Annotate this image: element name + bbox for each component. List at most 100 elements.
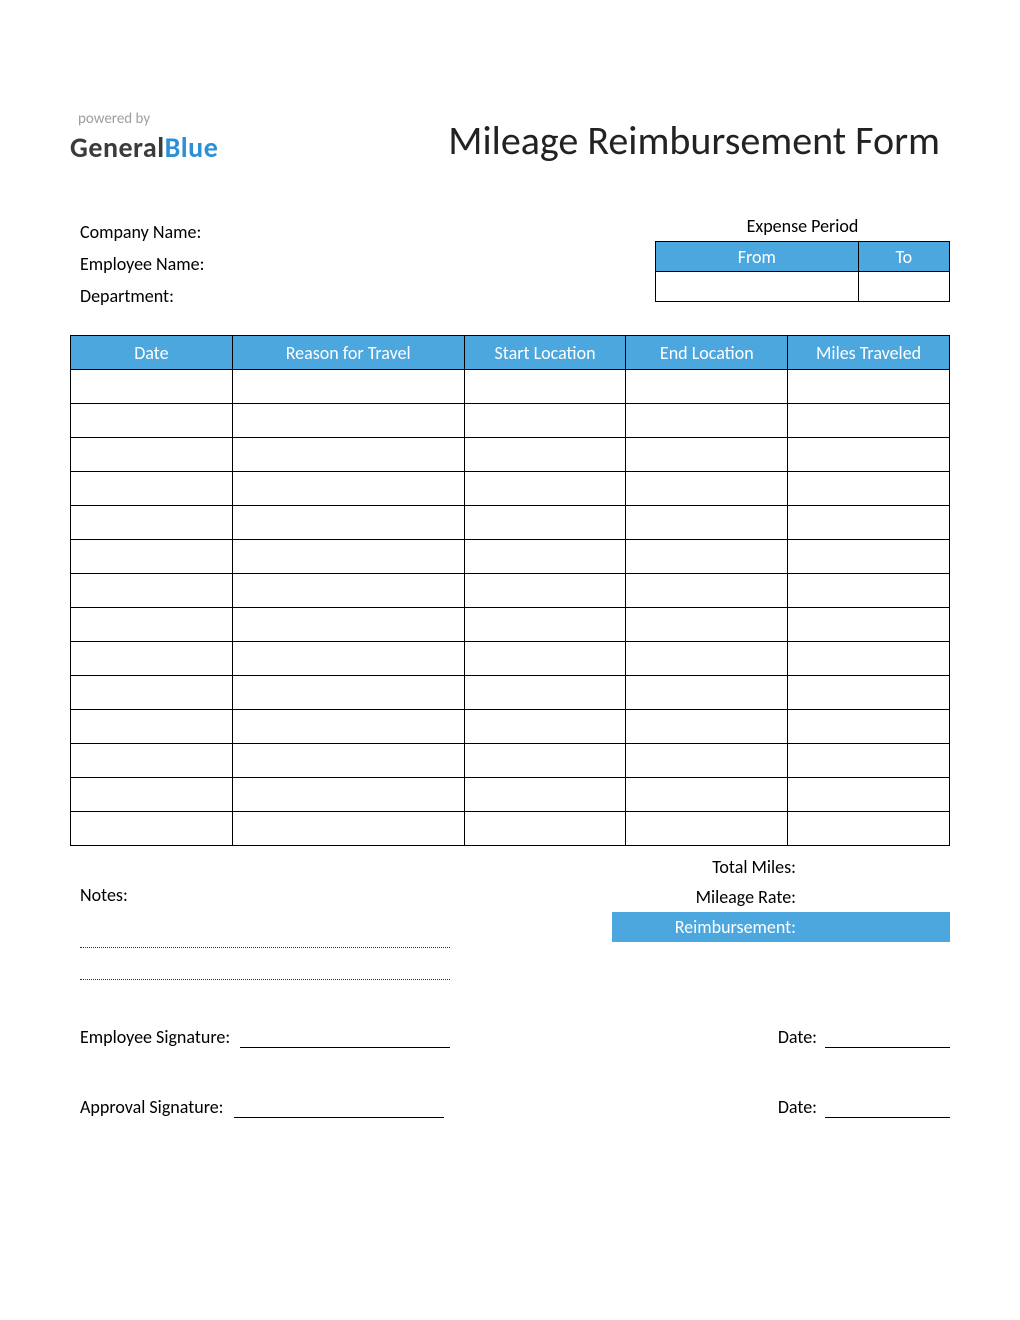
col-date-header: Date — [71, 336, 233, 370]
cell-miles[interactable] — [788, 608, 950, 642]
cell-date[interactable] — [71, 812, 233, 846]
cell-start[interactable] — [464, 778, 626, 812]
cell-date[interactable] — [71, 404, 233, 438]
cell-miles[interactable] — [788, 506, 950, 540]
cell-start[interactable] — [464, 438, 626, 472]
employee-signature-line[interactable] — [240, 1026, 450, 1048]
cell-end[interactable] — [626, 710, 788, 744]
table-row — [71, 676, 950, 710]
cell-end[interactable] — [626, 438, 788, 472]
cell-end[interactable] — [626, 472, 788, 506]
cell-date[interactable] — [71, 574, 233, 608]
cell-miles[interactable] — [788, 370, 950, 404]
period-from-input[interactable] — [656, 272, 859, 302]
cell-end[interactable] — [626, 812, 788, 846]
cell-start[interactable] — [464, 608, 626, 642]
employee-name-label: Employee Name: — [80, 253, 204, 275]
table-row — [71, 710, 950, 744]
total-miles-value[interactable] — [802, 852, 950, 882]
cell-miles[interactable] — [788, 812, 950, 846]
cell-reason[interactable] — [232, 438, 464, 472]
approval-date-line[interactable] — [825, 1096, 950, 1118]
table-row — [71, 472, 950, 506]
cell-date[interactable] — [71, 472, 233, 506]
cell-start[interactable] — [464, 744, 626, 778]
cell-start[interactable] — [464, 710, 626, 744]
cell-start[interactable] — [464, 642, 626, 676]
cell-end[interactable] — [626, 574, 788, 608]
cell-date[interactable] — [71, 642, 233, 676]
cell-reason[interactable] — [232, 574, 464, 608]
notes-line-2[interactable] — [80, 960, 450, 980]
col-end-header: End Location — [626, 336, 788, 370]
table-row — [71, 608, 950, 642]
cell-reason[interactable] — [232, 778, 464, 812]
cell-reason[interactable] — [232, 642, 464, 676]
cell-end[interactable] — [626, 404, 788, 438]
cell-end[interactable] — [626, 608, 788, 642]
cell-miles[interactable] — [788, 676, 950, 710]
cell-end[interactable] — [626, 676, 788, 710]
cell-start[interactable] — [464, 676, 626, 710]
cell-miles[interactable] — [788, 744, 950, 778]
cell-date[interactable] — [71, 608, 233, 642]
cell-reason[interactable] — [232, 404, 464, 438]
reimbursement-value[interactable] — [802, 912, 950, 942]
cell-start[interactable] — [464, 506, 626, 540]
logo-block: powered by GeneralBlue — [70, 110, 218, 165]
cell-reason[interactable] — [232, 608, 464, 642]
cell-miles[interactable] — [788, 540, 950, 574]
cell-start[interactable] — [464, 574, 626, 608]
cell-start[interactable] — [464, 370, 626, 404]
cell-date[interactable] — [71, 676, 233, 710]
cell-reason[interactable] — [232, 506, 464, 540]
expense-period-block: Expense Period From To — [655, 215, 950, 307]
employee-date-label: Date: — [778, 1026, 817, 1048]
cell-end[interactable] — [626, 744, 788, 778]
table-row — [71, 574, 950, 608]
cell-reason[interactable] — [232, 812, 464, 846]
cell-end[interactable] — [626, 540, 788, 574]
employee-signature-label: Employee Signature: — [80, 1026, 230, 1048]
cell-date[interactable] — [71, 438, 233, 472]
cell-end[interactable] — [626, 642, 788, 676]
cell-reason[interactable] — [232, 472, 464, 506]
period-to-input[interactable] — [858, 272, 949, 302]
cell-miles[interactable] — [788, 778, 950, 812]
notes-line-1[interactable] — [80, 928, 450, 948]
cell-date[interactable] — [71, 540, 233, 574]
cell-miles[interactable] — [788, 404, 950, 438]
table-row — [71, 438, 950, 472]
cell-miles[interactable] — [788, 438, 950, 472]
total-miles-label: Total Miles: — [612, 856, 802, 878]
cell-reason[interactable] — [232, 540, 464, 574]
cell-miles[interactable] — [788, 574, 950, 608]
cell-end[interactable] — [626, 370, 788, 404]
cell-start[interactable] — [464, 812, 626, 846]
cell-start[interactable] — [464, 540, 626, 574]
approval-signature-line[interactable] — [234, 1096, 444, 1118]
cell-start[interactable] — [464, 472, 626, 506]
cell-miles[interactable] — [788, 710, 950, 744]
approval-date-label: Date: — [778, 1096, 817, 1118]
cell-date[interactable] — [71, 744, 233, 778]
total-miles-row: Total Miles: — [70, 852, 950, 882]
company-name-label: Company Name: — [80, 221, 204, 243]
cell-date[interactable] — [71, 370, 233, 404]
cell-miles[interactable] — [788, 472, 950, 506]
cell-date[interactable] — [71, 506, 233, 540]
cell-reason[interactable] — [232, 676, 464, 710]
cell-end[interactable] — [626, 506, 788, 540]
mileage-rate-label: Mileage Rate: — [612, 886, 802, 908]
mileage-rate-value[interactable] — [802, 882, 950, 912]
cell-reason[interactable] — [232, 710, 464, 744]
cell-date[interactable] — [71, 710, 233, 744]
info-row: Company Name: Employee Name: Department:… — [70, 215, 950, 307]
cell-end[interactable] — [626, 778, 788, 812]
cell-reason[interactable] — [232, 744, 464, 778]
cell-start[interactable] — [464, 404, 626, 438]
cell-reason[interactable] — [232, 370, 464, 404]
employee-date-line[interactable] — [825, 1026, 950, 1048]
cell-date[interactable] — [71, 778, 233, 812]
cell-miles[interactable] — [788, 642, 950, 676]
